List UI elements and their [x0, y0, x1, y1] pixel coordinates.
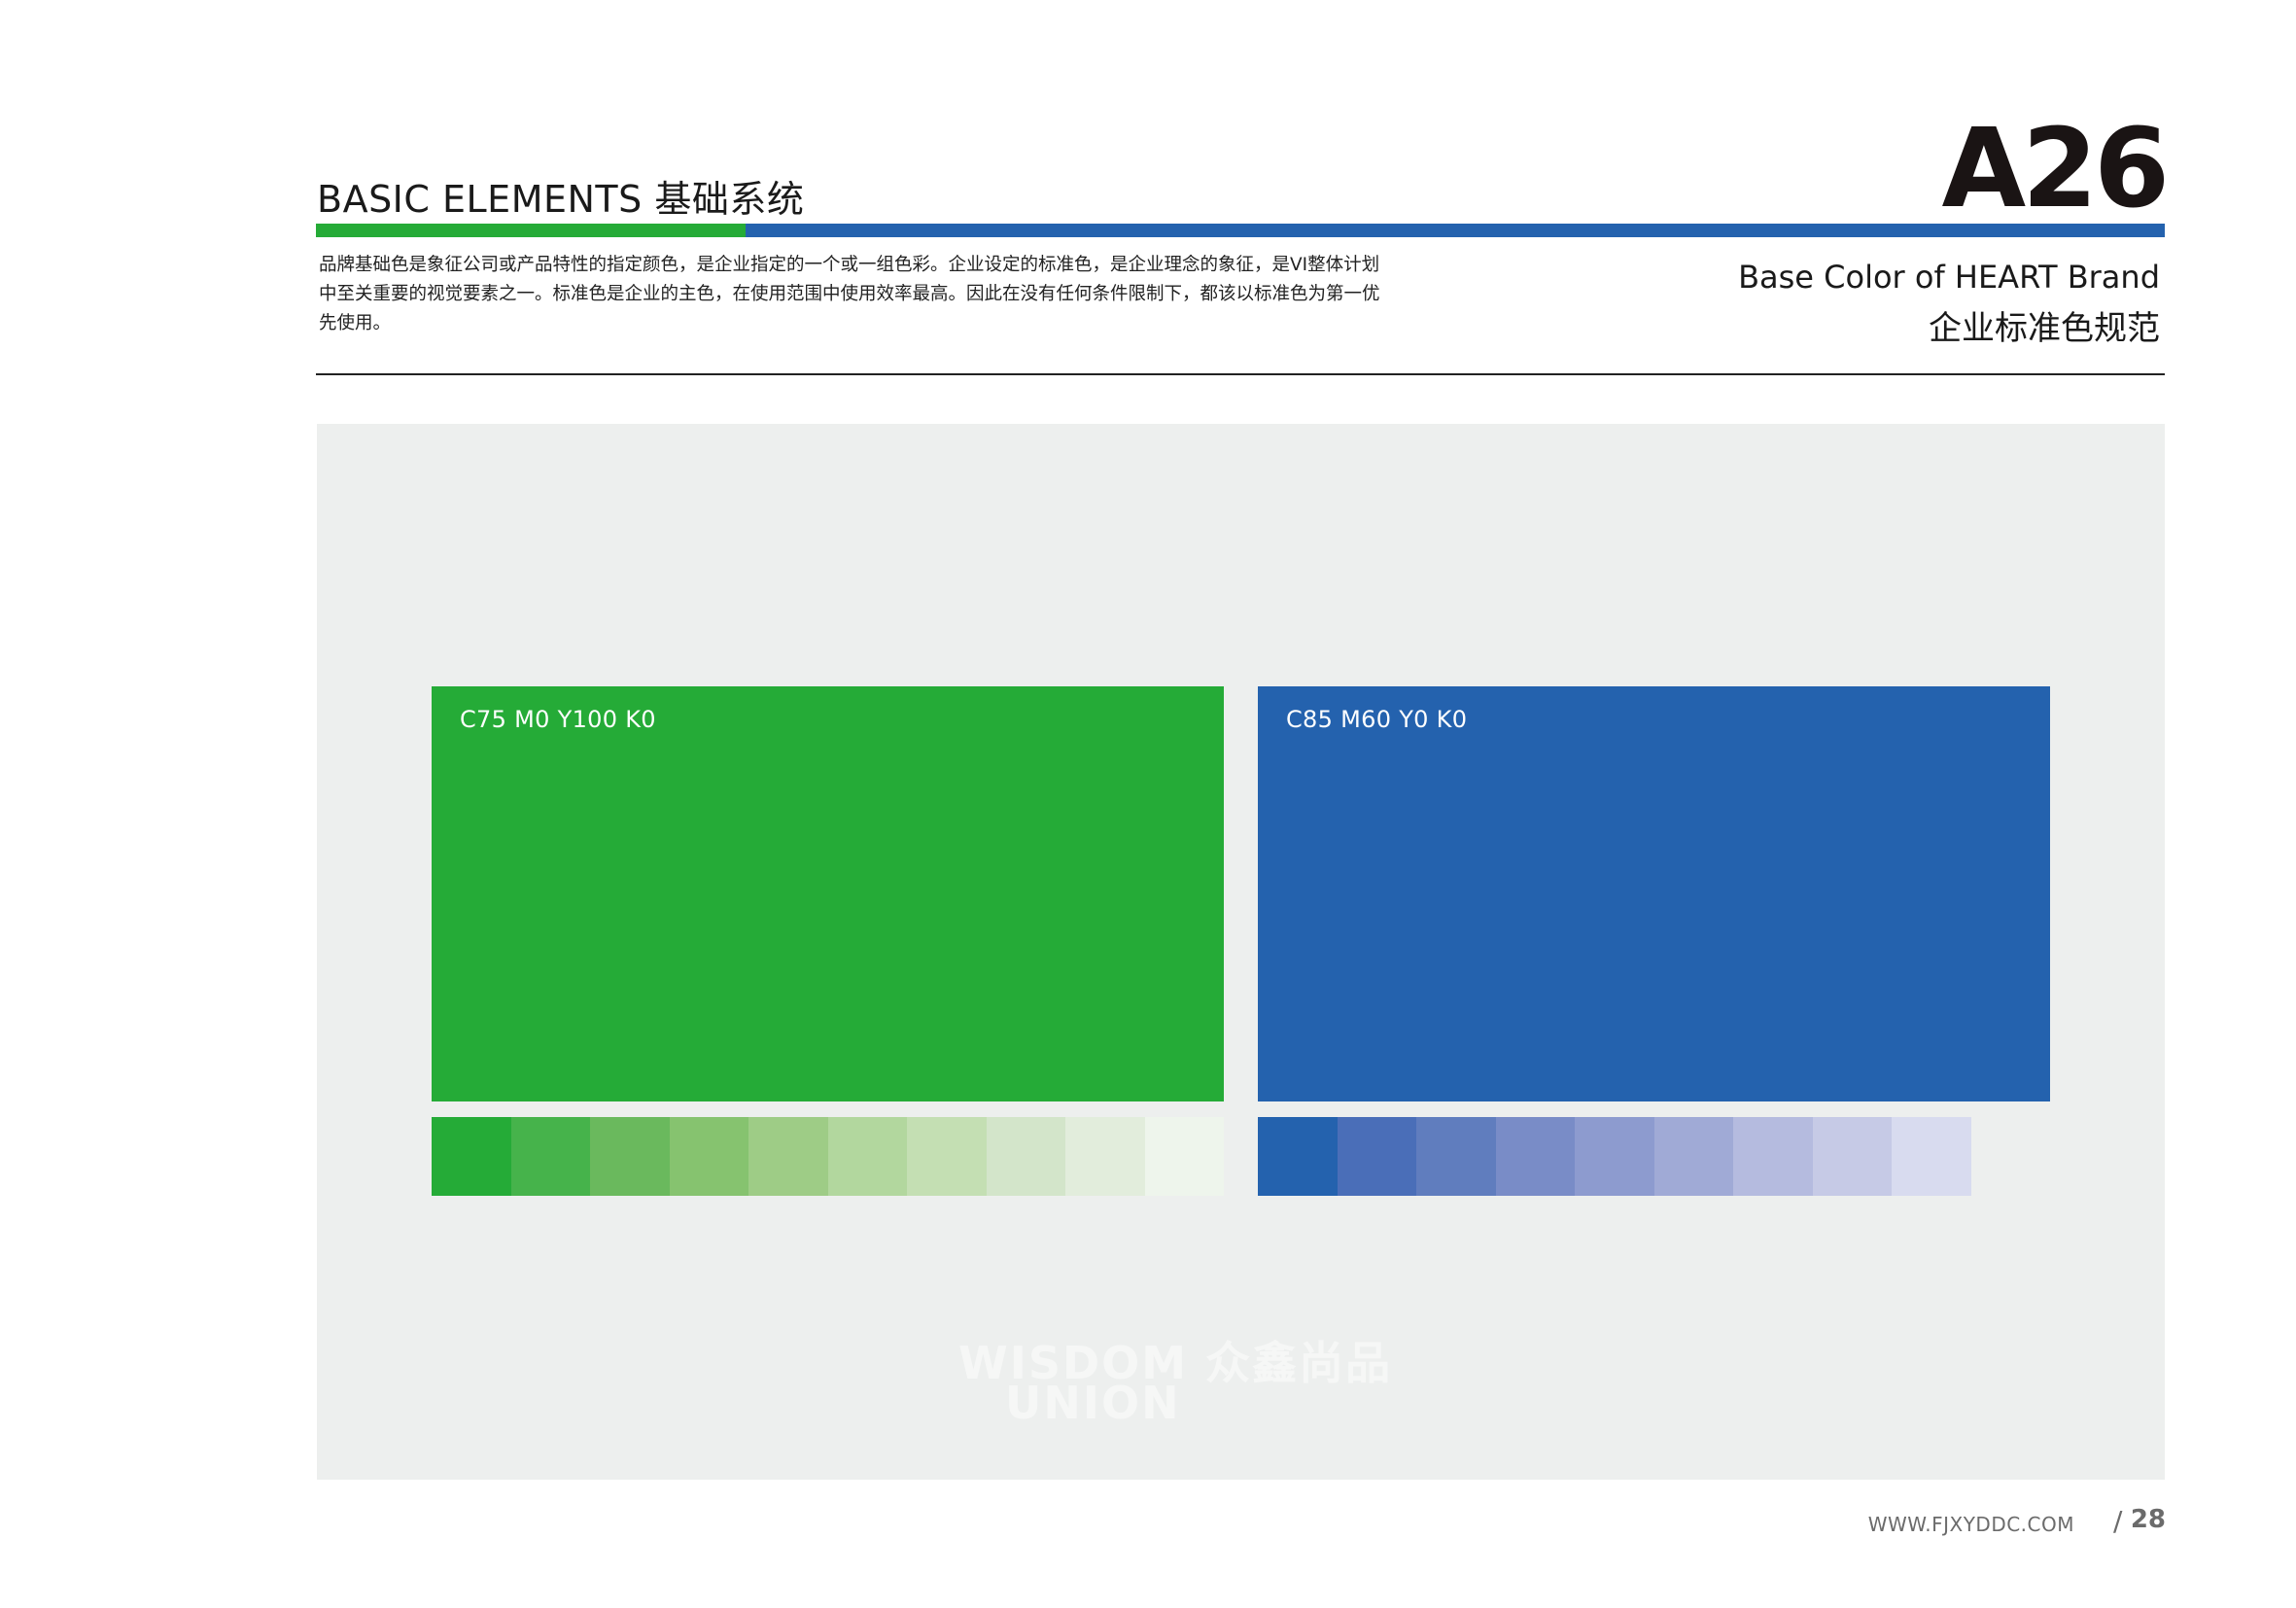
blue-tint-scale [1258, 1117, 1971, 1196]
footer-slash: / [2113, 1505, 2123, 1537]
green-tint-6 [827, 1117, 907, 1196]
blue-tint-1 [1258, 1117, 1338, 1196]
watermark-logo: WISDOM 众鑫尚品 UNION [958, 1328, 1503, 1435]
green-tint-1 [432, 1117, 511, 1196]
blue-swatch-label: C85 M60 Y0 K0 [1286, 706, 1468, 733]
green-tint-8 [986, 1117, 1065, 1196]
watermark-line-2: UNION [1005, 1377, 1181, 1429]
blue-tint-6 [1653, 1117, 1733, 1196]
page-code: A26 [1941, 106, 2170, 232]
green-tint-2 [510, 1117, 590, 1196]
primary-green-swatch: C75 M0 Y100 K0 [432, 686, 1224, 1101]
blue-tint-3 [1416, 1117, 1496, 1196]
blue-tint-8 [1812, 1117, 1892, 1196]
green-tint-10 [1144, 1117, 1224, 1196]
green-tint-3 [590, 1117, 670, 1196]
blue-tint-2 [1337, 1117, 1416, 1196]
blue-tint-4 [1495, 1117, 1575, 1196]
section-title-en: Base Color of HEART Brand [1738, 259, 2160, 296]
header-color-bar [316, 224, 2165, 237]
header-divider [316, 373, 2165, 375]
green-swatch-label: C75 M0 Y100 K0 [460, 706, 656, 733]
intro-paragraph: 品牌基础色是象征公司或产品特性的指定颜色，是企业指定的一个或一组色彩。企业设定的… [319, 255, 1380, 333]
footer-url: WWW.FJXYDDC.COM [1867, 1513, 2074, 1536]
primary-blue-swatch: C85 M60 Y0 K0 [1258, 686, 2050, 1101]
blue-tint-9 [1892, 1117, 1971, 1196]
header-bar-green [316, 224, 746, 237]
section-title-cn: 企业标准色规范 [1929, 309, 2160, 348]
header-bar-blue [746, 224, 2165, 237]
green-tint-7 [907, 1117, 987, 1196]
page-number: 28 [2130, 1505, 2166, 1534]
color-panel: C75 M0 Y100 K0 C85 M60 Y0 K0 WISDOM 众鑫尚品… [317, 424, 2165, 1480]
green-tint-4 [669, 1117, 748, 1196]
blue-tint-5 [1575, 1117, 1654, 1196]
green-tint-5 [748, 1117, 828, 1196]
blue-tint-7 [1733, 1117, 1813, 1196]
header-title: BASIC ELEMENTS 基础系统 [317, 178, 805, 221]
green-tint-scale [432, 1117, 1224, 1196]
green-tint-9 [1065, 1117, 1145, 1196]
